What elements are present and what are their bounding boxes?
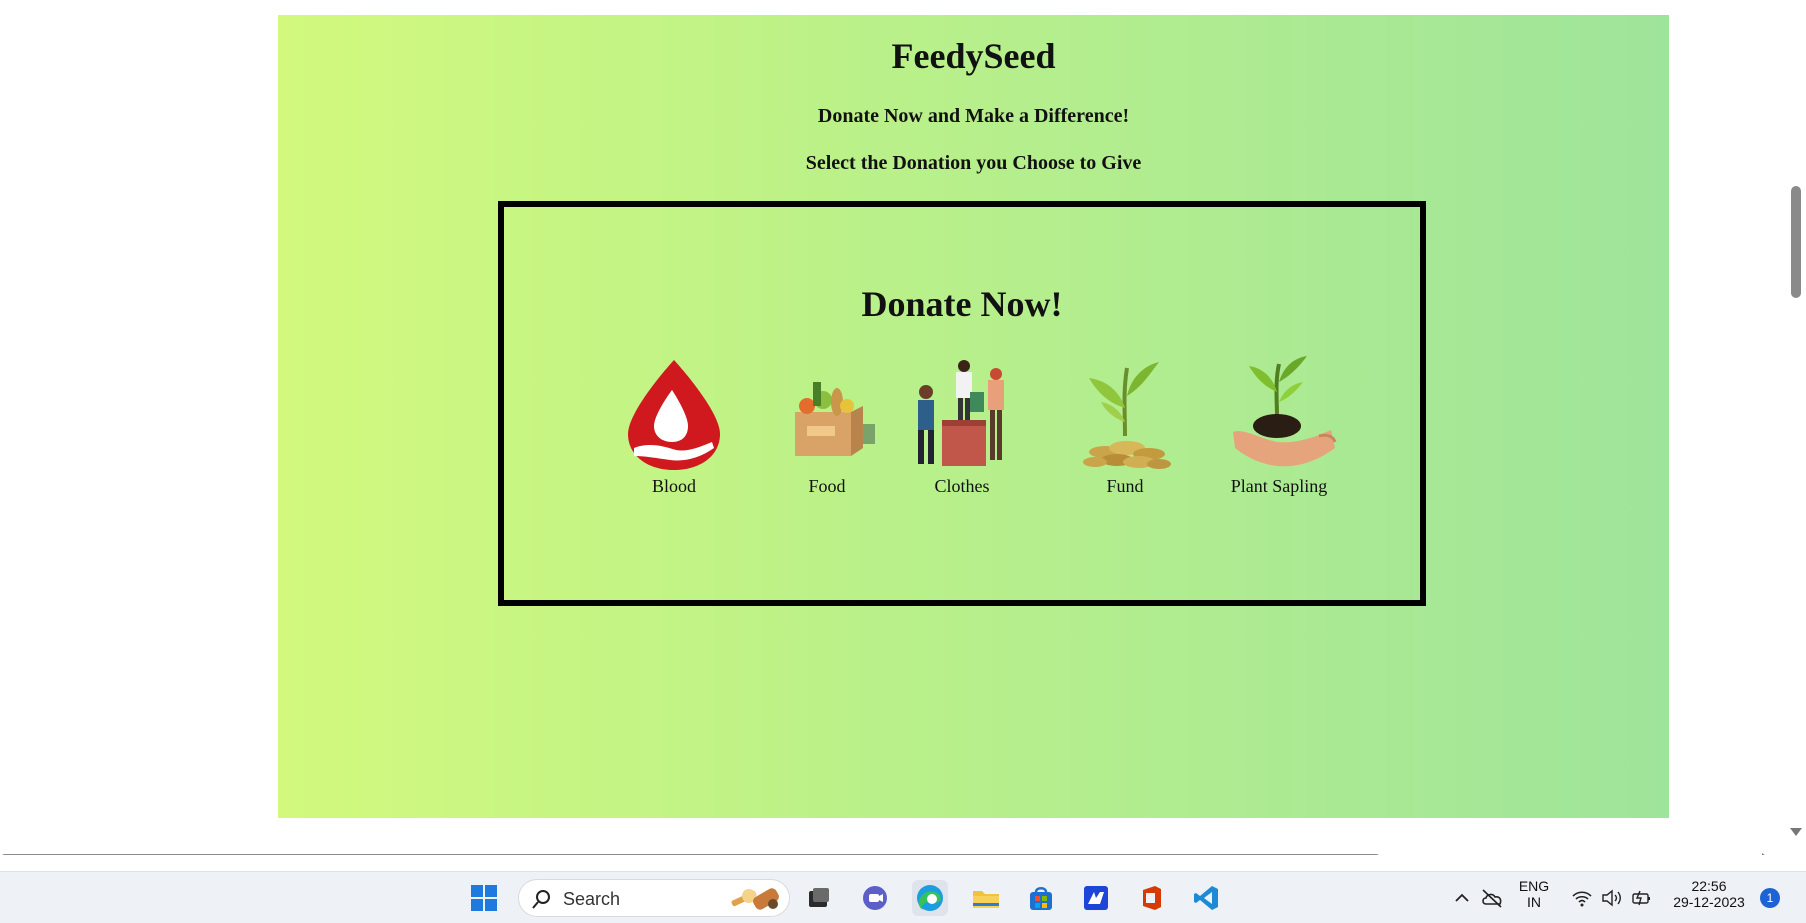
clothes-donation-icon — [918, 360, 1004, 466]
store-button[interactable] — [1023, 880, 1059, 916]
sapling-hand-icon — [1233, 356, 1337, 467]
store-icon — [1030, 887, 1052, 910]
cloud-offline-icon — [1482, 889, 1502, 908]
donation-label-blood: Blood — [651, 476, 696, 496]
onedrive-status-button[interactable] — [1474, 880, 1510, 916]
windows-start-icon — [471, 885, 497, 911]
task-view-icon — [809, 888, 829, 907]
battery-charging-icon — [1632, 890, 1650, 906]
office-button[interactable] — [1133, 880, 1169, 916]
edge-browser-button[interactable] — [912, 880, 948, 916]
clock-date: 29-12-2023 — [1673, 894, 1745, 910]
chevron-up-icon — [1455, 893, 1469, 902]
donation-instruction: Select the Donation you Choose to Give — [805, 152, 1142, 174]
site-title: FeedySeed — [891, 36, 1056, 76]
workflow-app-icon — [1084, 886, 1108, 910]
browser-viewport: FeedySeed Donate Now and Make a Differen… — [0, 0, 1806, 855]
video-chat-icon — [863, 886, 887, 910]
folder-icon — [973, 891, 999, 908]
tagline: Donate Now and Make a Difference! — [817, 105, 1130, 127]
donation-label-food: Food — [808, 476, 846, 496]
scroll-down-arrow-icon[interactable] — [1790, 828, 1802, 836]
donation-option-clothes[interactable]: Clothes — [892, 352, 1032, 497]
clock-time: 22:56 — [1691, 878, 1727, 894]
region-code: IN — [1527, 894, 1541, 910]
donation-option-plant-sapling[interactable]: Plant Sapling — [1209, 352, 1349, 497]
notification-badge[interactable]: 1 — [1760, 888, 1780, 908]
edge-browser-icon — [917, 885, 943, 911]
scroll-right-arrow-icon[interactable] — [1762, 853, 1770, 855]
horizontal-scroll-thumb[interactable] — [0, 854, 1381, 855]
vertical-scrollbar[interactable] — [1788, 0, 1806, 855]
donation-option-fund[interactable]: Fund — [1055, 352, 1195, 497]
donation-option-blood[interactable]: Blood — [604, 352, 744, 497]
blood-drop-icon — [628, 360, 720, 470]
donation-label-plant-sapling: Plant Sapling — [1230, 476, 1328, 496]
donation-option-food[interactable]: Food — [757, 352, 897, 497]
food-box-icon — [795, 382, 875, 456]
search-icon — [532, 890, 550, 909]
language-code: ENG — [1518, 878, 1550, 894]
donate-heading: Donate Now! — [861, 284, 1063, 324]
donate-box: Donate Now! Blood Food Clothes Fund Plan… — [498, 201, 1426, 606]
donation-section: FeedySeed Donate Now and Make a Differen… — [278, 15, 1669, 617]
coins-plant-icon — [1083, 362, 1171, 469]
clock[interactable]: 22:56 29-12-2023 — [1664, 878, 1754, 910]
chat-app-button[interactable] — [857, 880, 893, 916]
wifi-icon — [1572, 891, 1592, 907]
search-highlight-icon — [731, 888, 779, 910]
page-lower-section — [278, 617, 1669, 818]
taskbar-search-box[interactable]: Search — [518, 879, 790, 917]
task-view-button[interactable] — [801, 880, 837, 916]
office-icon — [1143, 886, 1161, 910]
speaker-icon — [1602, 889, 1621, 907]
vscode-icon — [1194, 886, 1218, 910]
donation-label-clothes: Clothes — [934, 476, 990, 496]
vscode-button[interactable] — [1188, 880, 1224, 916]
vertical-scroll-thumb[interactable] — [1791, 186, 1801, 298]
taskbar: Search ENG IN 22:56 29-12-2023 1 — [0, 871, 1806, 923]
start-button[interactable] — [466, 880, 502, 916]
donation-label-fund: Fund — [1106, 476, 1144, 496]
file-explorer-button[interactable] — [968, 880, 1004, 916]
language-indicator[interactable]: ENG IN — [1514, 878, 1554, 910]
battery-button[interactable] — [1624, 880, 1660, 916]
horizontal-scrollbar[interactable] — [0, 850, 1806, 855]
tasks-app-button[interactable] — [1078, 880, 1114, 916]
search-placeholder: Search — [563, 889, 621, 909]
